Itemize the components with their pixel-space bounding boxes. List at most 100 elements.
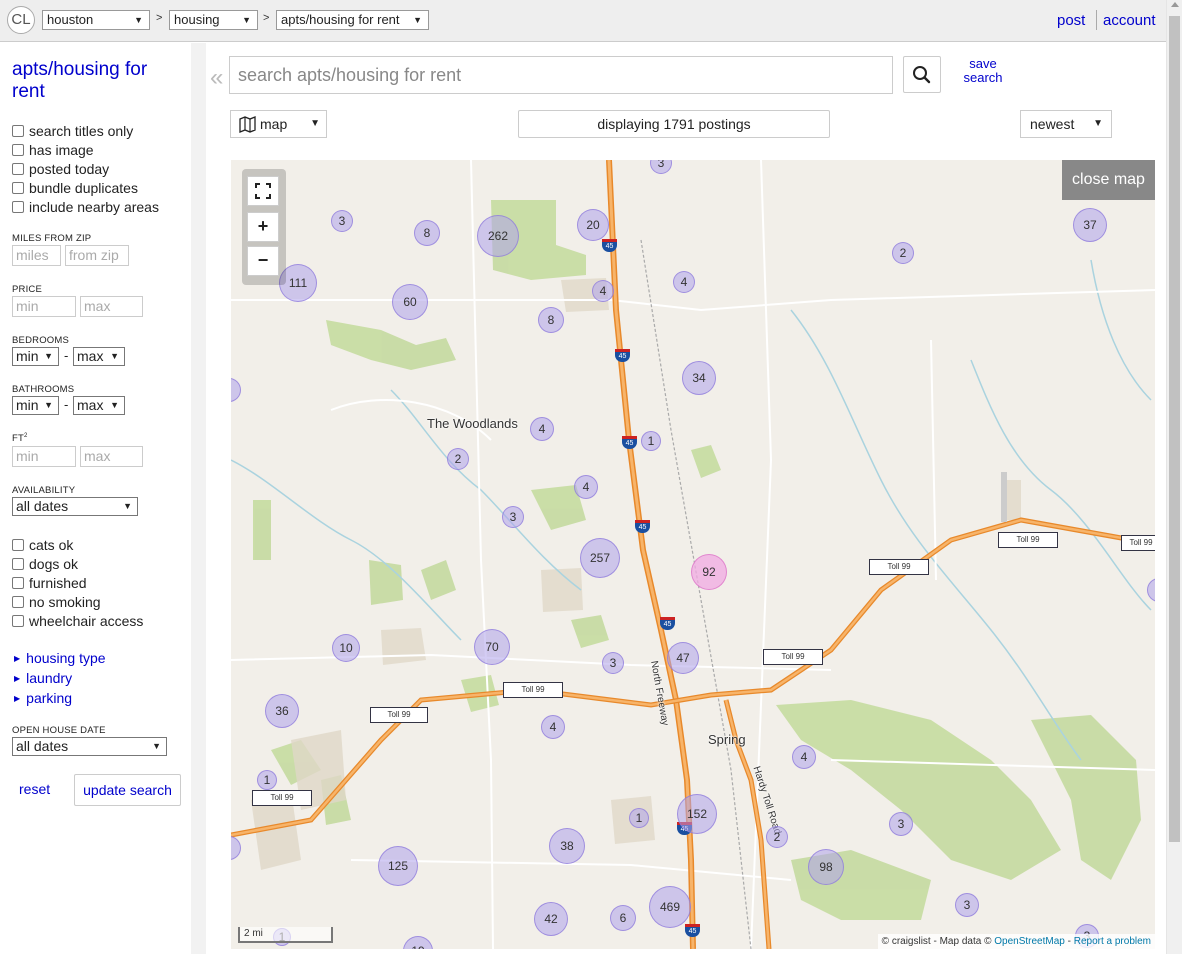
checkbox-icon[interactable] [12,615,24,627]
expander-parking[interactable]: ▶ parking [14,690,72,706]
listing-cluster[interactable]: 2 [766,826,788,848]
checkbox-search-titles-only[interactable]: search titles only [12,123,133,141]
bathrooms-max-select[interactable]: max ▼ [73,396,125,415]
category-select[interactable]: housing ▼ [169,10,258,30]
listing-cluster[interactable]: 4 [592,280,614,302]
listing-cluster[interactable]: 1 [641,431,661,451]
account-link[interactable]: account [1103,12,1156,29]
expander-laundry[interactable]: ▶ laundry [14,670,72,686]
checkbox-cats-ok[interactable]: cats ok [12,537,73,555]
listing-cluster[interactable]: 98 [808,849,844,885]
checkbox-furnished[interactable]: furnished [12,575,87,593]
listing-cluster[interactable]: 3 [602,652,624,674]
listing-cluster[interactable]: 262 [477,215,519,257]
craigslist-logo[interactable]: CL [7,6,35,34]
listing-cluster[interactable]: 125 [378,846,418,886]
listing-cluster[interactable]: 4 [530,417,554,441]
price-min-input[interactable]: min [12,296,76,317]
zoom-in-button[interactable]: + [247,212,279,242]
subcategory-select[interactable]: apts/housing for rent ▼ [276,10,429,30]
listing-cluster[interactable]: 4 [792,745,816,769]
listing-cluster[interactable]: 42 [534,902,568,936]
sqft-min-input[interactable]: min [12,446,76,467]
checkbox-posted-today[interactable]: posted today [12,161,109,179]
listing-cluster[interactable]: 1 [629,808,649,828]
sort-select[interactable]: newest ▼ [1020,110,1112,138]
search-button[interactable] [903,56,941,93]
scroll-thumb[interactable] [1169,16,1180,842]
zoom-out-button[interactable]: − [247,246,279,276]
listing-cluster[interactable]: 4 [574,475,598,499]
bedrooms-max-select[interactable]: max ▼ [73,347,125,366]
post-link[interactable]: post [1057,12,1085,29]
checkbox-icon[interactable] [12,201,24,213]
listing-cluster[interactable]: 152 [677,794,717,834]
page-scrollbar[interactable] [1166,0,1182,954]
listing-cluster[interactable]: 1 [257,770,277,790]
listing-cluster[interactable]: 3 [955,893,979,917]
listing-cluster-highlighted[interactable]: 92 [691,554,727,590]
checkbox-icon[interactable] [12,558,24,570]
listing-cluster[interactable]: 36 [265,694,299,728]
listing-cluster[interactable]: 2 [447,448,469,470]
expander-housing-type[interactable]: ▶ housing type [14,650,106,666]
listing-cluster[interactable]: 70 [474,629,510,665]
report-problem-link[interactable]: Report a problem [1074,936,1151,947]
save-search-link[interactable]: save search [958,57,1008,85]
collapse-sidebar-icon[interactable]: « [210,64,223,92]
select-value: max [77,397,104,413]
update-search-button[interactable]: update search [74,774,181,806]
listing-cluster[interactable]: 38 [549,828,585,864]
sqft-max-input[interactable]: max [80,446,143,467]
search-input[interactable]: search apts/housing for rent [229,56,893,94]
checkbox-wheelchair[interactable]: wheelchair access [12,613,143,631]
checkbox-icon[interactable] [12,144,24,156]
price-max-input[interactable]: max [80,296,143,317]
checkbox-dogs-ok[interactable]: dogs ok [12,556,78,574]
close-map-button[interactable]: close map [1062,160,1155,200]
listing-cluster[interactable]: 2 [892,242,914,264]
listing-cluster[interactable]: 4 [541,715,565,739]
view-mode-select[interactable]: map ▼ [230,110,327,138]
checkbox-bundle-duplicates[interactable]: bundle duplicates [12,180,138,198]
checkbox-has-image[interactable]: has image [12,142,94,160]
listing-cluster[interactable]: 20 [577,209,609,241]
listing-cluster[interactable]: 3 [331,210,353,232]
open-house-select[interactable]: all dates ▼ [12,737,167,756]
listing-cluster[interactable]: 257 [580,538,620,578]
checkbox-include-nearby[interactable]: include nearby areas [12,199,159,217]
listing-cluster[interactable]: 6 [610,905,636,931]
availability-select[interactable]: all dates ▼ [12,497,138,516]
city-select[interactable]: houston ▼ [42,10,150,30]
checkbox-icon[interactable] [12,539,24,551]
listing-cluster[interactable]: 3 [889,812,913,836]
listing-cluster[interactable]: 37 [1073,208,1107,242]
checkbox-icon[interactable] [12,577,24,589]
bedrooms-min-select[interactable]: min ▼ [12,347,59,366]
category-title[interactable]: apts/housing for rent [12,59,182,103]
listing-cluster[interactable]: 469 [649,886,691,928]
checkbox-icon[interactable] [12,596,24,608]
openstreetmap-link[interactable]: OpenStreetMap [994,936,1065,947]
fullscreen-button[interactable] [247,176,279,206]
listing-cluster[interactable]: 4 [673,271,695,293]
listing-cluster[interactable]: 3 [502,506,524,528]
miles-input[interactable]: miles [12,245,61,266]
listing-cluster[interactable]: 60 [392,284,428,320]
checkbox-no-smoking[interactable]: no smoking [12,594,101,612]
select-value: all dates [16,498,69,514]
checkbox-icon[interactable] [12,182,24,194]
listing-cluster[interactable]: 47 [667,642,699,674]
reset-link[interactable]: reset [19,781,50,797]
scroll-up-arrow-icon[interactable] [1171,2,1179,7]
bathrooms-min-select[interactable]: min ▼ [12,396,59,415]
listing-cluster[interactable]: 8 [414,220,440,246]
checkbox-icon[interactable] [12,125,24,137]
zip-input[interactable]: from zip [65,245,129,266]
listing-cluster[interactable]: 10 [332,634,360,662]
sidebar-gutter [191,43,206,954]
listing-cluster[interactable]: 8 [538,307,564,333]
listing-cluster[interactable]: 34 [682,361,716,395]
results-map[interactable]: The Woodlands Spring North Freeway Hardy… [231,160,1155,949]
checkbox-icon[interactable] [12,163,24,175]
